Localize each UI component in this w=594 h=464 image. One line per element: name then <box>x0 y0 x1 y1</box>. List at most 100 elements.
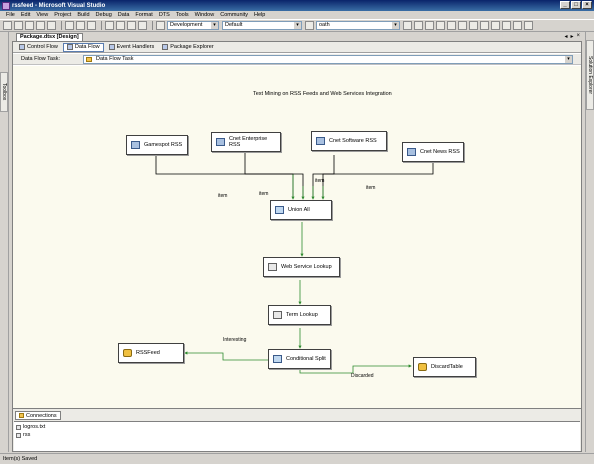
server-explorer-icon[interactable] <box>491 21 500 30</box>
menu-dts[interactable]: DTS <box>159 12 170 18</box>
solution-platform-select[interactable]: Default ▾ <box>222 21 302 30</box>
find-combo[interactable]: oath ▾ <box>316 21 400 30</box>
tab-event-handlers[interactable]: Event Handlers <box>106 43 158 52</box>
menu-debug[interactable]: Debug <box>96 12 112 18</box>
data-flow-icon <box>66 44 73 50</box>
tab-package-explorer[interactable]: Package Explorer <box>159 43 216 52</box>
chevron-down-icon[interactable]: ▾ <box>294 22 301 29</box>
destination-discard-table[interactable]: DiscardTable <box>413 357 476 377</box>
toolbox-icon[interactable] <box>436 21 445 30</box>
standard-toolbar: Development ▾ Default ▾ oath ▾ <box>0 19 594 32</box>
tab-data-flow[interactable]: Data Flow <box>62 42 104 52</box>
connection-item[interactable]: logros.txt <box>16 423 578 431</box>
path-label-discarded: Discarded <box>351 373 374 379</box>
destination-rssfeed[interactable]: RSSFeed <box>118 343 184 363</box>
copy-icon[interactable] <box>76 21 85 30</box>
start-debug-icon[interactable] <box>156 21 165 30</box>
start-page-icon[interactable] <box>447 21 456 30</box>
save-all-icon[interactable] <box>47 21 56 30</box>
flat-file-icon <box>16 424 21 430</box>
split-to-rssfeed-path[interactable] <box>184 351 268 361</box>
visual-studio-icon <box>2 1 10 10</box>
chevron-down-icon[interactable]: ▾ <box>392 22 399 29</box>
menu-tools[interactable]: Tools <box>176 12 189 18</box>
menu-project[interactable]: Project <box>54 12 71 18</box>
solution-config-select[interactable]: Development ▾ <box>167 21 219 30</box>
minimize-button[interactable]: _ <box>560 1 570 9</box>
transform-conditional-split[interactable]: Conditional Split <box>268 349 331 369</box>
menu-data[interactable]: Data <box>118 12 130 18</box>
paste-icon[interactable] <box>87 21 96 30</box>
menu-build[interactable]: Build <box>77 12 89 18</box>
menu-help[interactable]: Help <box>254 12 265 18</box>
task-list-icon[interactable] <box>513 21 522 30</box>
database-icon <box>123 349 132 357</box>
control-flow-icon <box>19 44 25 50</box>
document-outline-icon[interactable] <box>458 21 467 30</box>
source-icon <box>131 141 140 149</box>
bookmark-icon[interactable] <box>502 21 511 30</box>
menu-format[interactable]: Format <box>135 12 152 18</box>
data-flow-task-select[interactable]: Data Flow Task ▾ <box>83 54 573 64</box>
tab-control-flow[interactable]: Control Flow <box>16 43 61 52</box>
menu-file[interactable]: File <box>6 12 15 18</box>
toolbar-separator <box>152 21 153 30</box>
redo-icon[interactable] <box>116 21 125 30</box>
find-in-files-icon[interactable] <box>305 21 314 30</box>
data-flow-canvas[interactable]: Text Mining on RSS Feeds and Web Service… <box>13 66 581 408</box>
menu-edit[interactable]: Edit <box>21 12 30 18</box>
document-controls: ◂ ▸ × <box>564 33 580 40</box>
cut-icon[interactable] <box>65 21 74 30</box>
cnet-enterprise-to-union-path[interactable] <box>244 152 305 200</box>
connection-icon <box>16 432 21 438</box>
chevron-left-icon[interactable]: ◂ <box>564 33 567 40</box>
source-icon <box>216 138 225 146</box>
close-button[interactable]: × <box>582 1 592 9</box>
transform-term-lookup[interactable]: Term Lookup <box>268 305 331 325</box>
event-handlers-icon <box>108 44 115 50</box>
task-icon <box>86 56 92 62</box>
source-cnet-news-rss[interactable]: Cnet News RSS <box>402 142 464 162</box>
chevron-right-icon[interactable]: ▸ <box>570 33 573 40</box>
chevron-down-icon[interactable]: ▾ <box>211 22 218 29</box>
properties-icon[interactable] <box>414 21 423 30</box>
close-document-icon[interactable]: × <box>576 33 580 40</box>
toolbox-tab[interactable]: Toolbox <box>0 72 8 112</box>
data-flow-task-label: Data Flow Task: <box>21 56 61 62</box>
tab-connections[interactable]: Connections <box>15 411 61 420</box>
solution-explorer-tab[interactable]: Solution Explorer <box>586 40 594 110</box>
transform-union-all[interactable]: Union All <box>270 200 332 220</box>
right-tool-gutter: Solution Explorer <box>585 32 594 452</box>
term-lookup-icon <box>273 311 282 319</box>
save-icon[interactable] <box>36 21 45 30</box>
output-window-icon[interactable] <box>469 21 478 30</box>
undo-icon[interactable] <box>105 21 114 30</box>
open-file-icon[interactable] <box>25 21 34 30</box>
connections-list: logros.txt rss <box>14 421 580 451</box>
object-browser-icon[interactable] <box>425 21 434 30</box>
source-cnet-enterprise-rss[interactable]: Cnet Enterprise RSS <box>211 132 281 152</box>
cnet-news-to-union-path[interactable] <box>321 161 434 200</box>
maximize-button[interactable]: □ <box>571 1 581 9</box>
transform-web-service-lookup[interactable]: Web Service Lookup <box>263 257 340 277</box>
menu-bar: File Edit View Project Build Debug Data … <box>0 11 594 19</box>
menu-community[interactable]: Community <box>220 12 248 18</box>
class-view-icon[interactable] <box>480 21 489 30</box>
menu-view[interactable]: View <box>36 12 48 18</box>
connection-item[interactable]: rss <box>16 431 578 439</box>
add-item-icon[interactable] <box>14 21 23 30</box>
navigate-back-icon[interactable] <box>127 21 136 30</box>
source-gamespot-rss[interactable]: Gamespot RSS <box>126 135 188 155</box>
new-project-icon[interactable] <box>3 21 12 30</box>
menu-window[interactable]: Window <box>195 12 215 18</box>
document-tab-strip: Package.dtsx [Design] ◂ ▸ × <box>12 33 582 41</box>
cnet-software-to-union-path[interactable] <box>311 155 335 200</box>
source-cnet-software-rss[interactable]: Cnet Software RSS <box>311 131 387 151</box>
union-all-icon <box>275 206 284 214</box>
tab-package-design[interactable]: Package.dtsx [Design] <box>16 33 83 41</box>
chevron-down-icon[interactable]: ▾ <box>565 55 572 63</box>
immediate-window-icon[interactable] <box>524 21 533 30</box>
database-icon <box>418 363 427 371</box>
solution-explorer-icon[interactable] <box>403 21 412 30</box>
navigate-forward-icon[interactable] <box>138 21 147 30</box>
